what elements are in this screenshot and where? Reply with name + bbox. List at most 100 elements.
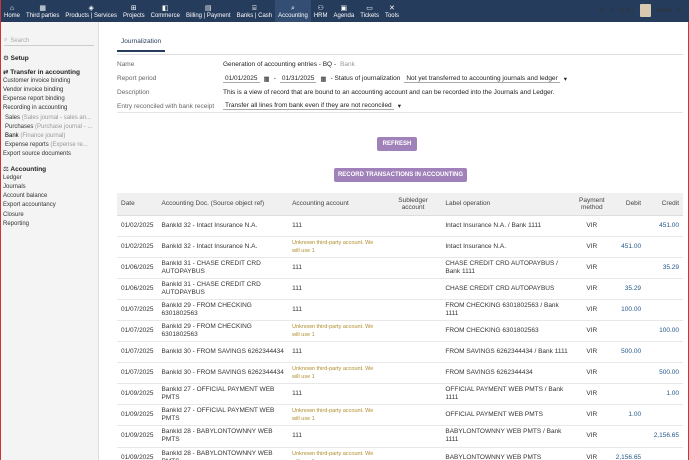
top-menu-agenda[interactable]: ▣ Agenda <box>331 0 358 22</box>
column-header[interactable]: Date <box>117 193 158 216</box>
sidebar-item-bank[interactable]: Bank (Finance journal) <box>1 132 98 141</box>
top-menu-third-parties[interactable]: ▦ Third parties <box>23 0 62 22</box>
column-header[interactable]: Payment method <box>571 193 612 216</box>
cell-doc[interactable]: BankId 28 - BABYLONTOWNNY WEB PMTS <box>157 447 289 460</box>
chevron-down-icon[interactable]: ▾ <box>398 102 401 110</box>
top-menu-tickets[interactable]: ▭ Tickets <box>357 0 382 22</box>
table-body: 01/02/2025 BankId 32 - Intact Insurance N… <box>117 215 683 460</box>
sidebar-item-sales[interactable]: Sales (Sales journal - sales an... <box>1 114 98 123</box>
avatar[interactable] <box>639 4 651 17</box>
column-header[interactable]: Debit <box>611 193 646 216</box>
help-icon[interactable]: ? <box>610 8 613 14</box>
cell-date: 01/09/2025 <box>117 404 158 427</box>
cell-doc[interactable]: BankId 32 - Intact Insurance N.A. <box>157 215 289 237</box>
chevron-down-icon[interactable]: ▾ <box>677 7 680 14</box>
cell-doc[interactable]: BankId 29 - FROM CHECKING 6301802563 <box>157 320 289 343</box>
building-icon: ▦ <box>39 5 46 12</box>
cell-doc[interactable]: BankId 27 - OFFICIAL PAYMENT WEB PMTS <box>157 404 289 427</box>
column-header[interactable]: Label operation <box>441 193 572 216</box>
sidebar-transfer[interactable]: ⇄ Transfer in accounting <box>1 68 98 77</box>
tab-journalization[interactable]: Journalization <box>117 38 166 52</box>
top-menu-commerce[interactable]: ◧ Commerce <box>148 0 183 22</box>
cell-label: CHASE CREDIT CRD AUTOPAYBUS <box>441 278 572 300</box>
sidebar-accounting-label: Accounting <box>10 166 47 174</box>
cell-date: 01/07/2025 <box>117 362 158 385</box>
reconciled-value: Transfer all lines from bank even if the… <box>223 102 401 110</box>
top-menu-label: Products | Services <box>65 13 117 19</box>
cell-sub <box>384 236 442 258</box>
cell-account: Unknown third-party account. We will use… <box>288 447 385 460</box>
top-menu-accounting[interactable]: ⌕ Accounting <box>275 0 311 22</box>
calendar-to-icon[interactable]: ▦ <box>320 75 326 83</box>
cell-pay: VIR <box>571 236 612 258</box>
top-menu-label: Home <box>4 13 21 19</box>
reconciled-select[interactable]: Transfer all lines from bank even if the… <box>223 102 394 110</box>
sidebar-item-export-docs[interactable]: Export source documents <box>1 150 98 159</box>
search-input[interactable]: Search <box>10 38 29 44</box>
top-menu-home[interactable]: ⌂ Home <box>1 0 23 22</box>
sidebar-item-customer-binding[interactable]: Customer invoice binding <box>1 77 98 86</box>
table-header-row: Date Accounting Doc. (Source object ref) A… <box>117 193 683 216</box>
cell-account: 111 <box>288 278 385 300</box>
period-row: Report period 01/01/2025 ▦ - 01/31/2025 … <box>117 72 683 85</box>
column-header[interactable]: Credit <box>645 193 683 216</box>
record-transactions-button[interactable]: RECORD TRANSACTIONS IN ACCOUNTING <box>334 168 467 182</box>
sidebar-item-purchases[interactable]: Purchases (Purchase journal - ... <box>1 123 98 132</box>
sidebar-item-expense-reports[interactable]: Expense reports (Expense re... <box>1 141 98 150</box>
cell-doc[interactable]: BankId 27 - OFFICIAL PAYMENT WEB PMTS <box>157 383 289 406</box>
column-header[interactable]: Accounting account <box>288 193 385 216</box>
top-menu-label: Tools <box>384 13 399 19</box>
description-row: Description This is a view of record tha… <box>117 86 683 99</box>
cell-doc[interactable]: BankId 31 - CHASE CREDIT CRD AUTOPAYBUS <box>157 278 289 300</box>
table-row: 01/02/2025 BankId 32 - Intact Insurance N… <box>117 215 683 237</box>
top-menu-banks-cash[interactable]: ⌸ Banks | Cash <box>234 0 276 22</box>
cell-label: OFFICIAL PAYMENT WEB PMTS <box>441 404 572 427</box>
search-box[interactable]: ⌕ Search <box>4 36 94 46</box>
date-to-input[interactable]: 01/31/2025 <box>279 75 317 83</box>
description-label: Description <box>117 89 150 96</box>
sidebar-item-closure[interactable]: Closure <box>1 211 98 220</box>
sidebar-item-reporting[interactable]: Reporting <box>1 220 98 229</box>
cell-date: 01/09/2025 <box>117 425 158 448</box>
sidebar-item-expense-binding[interactable]: Expense report binding <box>1 95 98 104</box>
cell-doc[interactable]: BankId 31 - CHASE CREDIT CRD AUTOPAYBUS <box>157 257 289 279</box>
printer-icon[interactable]: ⎙ <box>600 7 605 14</box>
top-menu-tools[interactable]: ✕ Tools <box>382 0 402 22</box>
cell-account: Unknown third-party account. We will use… <box>288 404 385 427</box>
sidebar-item-account-balance[interactable]: Account balance <box>1 192 98 201</box>
chevron-down-icon[interactable]: ▾ <box>564 75 567 83</box>
top-menu-billing-payment[interactable]: ▤ Billing | Payment <box>183 0 234 22</box>
top-menu-label: Accounting <box>278 13 308 19</box>
sidebar-item-export-accountancy[interactable]: Export accountancy <box>1 201 98 210</box>
sidebar-item-recording[interactable]: Recording in accounting <box>1 104 98 113</box>
date-from-input[interactable]: 01/01/2025 <box>223 75 260 83</box>
calendar-from-icon[interactable]: ▦ <box>264 75 270 83</box>
cell-doc[interactable]: BankId 30 - FROM SAVINGS 6262344434 <box>157 341 289 364</box>
cell-debit <box>611 383 646 406</box>
cell-pay: VIR <box>571 362 612 385</box>
status-select[interactable]: Not yet transferred to accounting journa… <box>404 75 560 83</box>
sidebar-accounting[interactable]: ⚖ Accounting <box>1 165 98 174</box>
top-menu-projects[interactable]: ⊞ Projects <box>120 0 148 22</box>
cell-doc[interactable]: BankId 29 - FROM CHECKING 6301802563 <box>157 299 289 321</box>
sidebar-item-ledger[interactable]: Ledger <box>1 174 98 183</box>
cell-date: 01/09/2025 <box>117 383 158 406</box>
column-header[interactable]: Accounting Doc. (Source object ref) <box>157 193 289 216</box>
sidebar-item-vendor-binding[interactable]: Vendor invoice binding <box>1 86 98 95</box>
cell-pay: VIR <box>571 425 612 448</box>
top-menu-hrm[interactable]: ⚇ HRM <box>311 0 331 22</box>
top-menu-label: Third parties <box>26 13 60 19</box>
sidebar-item-journals[interactable]: Journals <box>1 183 98 192</box>
sidebar-setup[interactable]: ⚙ Setup <box>1 54 98 63</box>
cell-doc[interactable]: BankId 32 - Intact Insurance N.A. <box>157 236 289 258</box>
cell-doc[interactable]: BankId 28 - BABYLONTOWNNY WEB PMTS <box>157 425 289 448</box>
bank-muted: (Finance journal) <box>20 132 66 139</box>
top-menu-products-services[interactable]: ◈ Products | Services <box>62 0 120 22</box>
table-row: 01/09/2025 BankId 27 - OFFICIAL PAYMENT W… <box>117 404 683 427</box>
user-name[interactable]: admin <box>656 8 672 14</box>
cell-pay: VIR <box>571 257 612 279</box>
column-header[interactable]: Subledger account <box>384 193 442 216</box>
cell-sub <box>384 383 442 406</box>
refresh-button[interactable]: REFRESH <box>377 137 417 151</box>
cell-doc[interactable]: BankId 30 - FROM SAVINGS 6262344434 <box>157 362 289 385</box>
